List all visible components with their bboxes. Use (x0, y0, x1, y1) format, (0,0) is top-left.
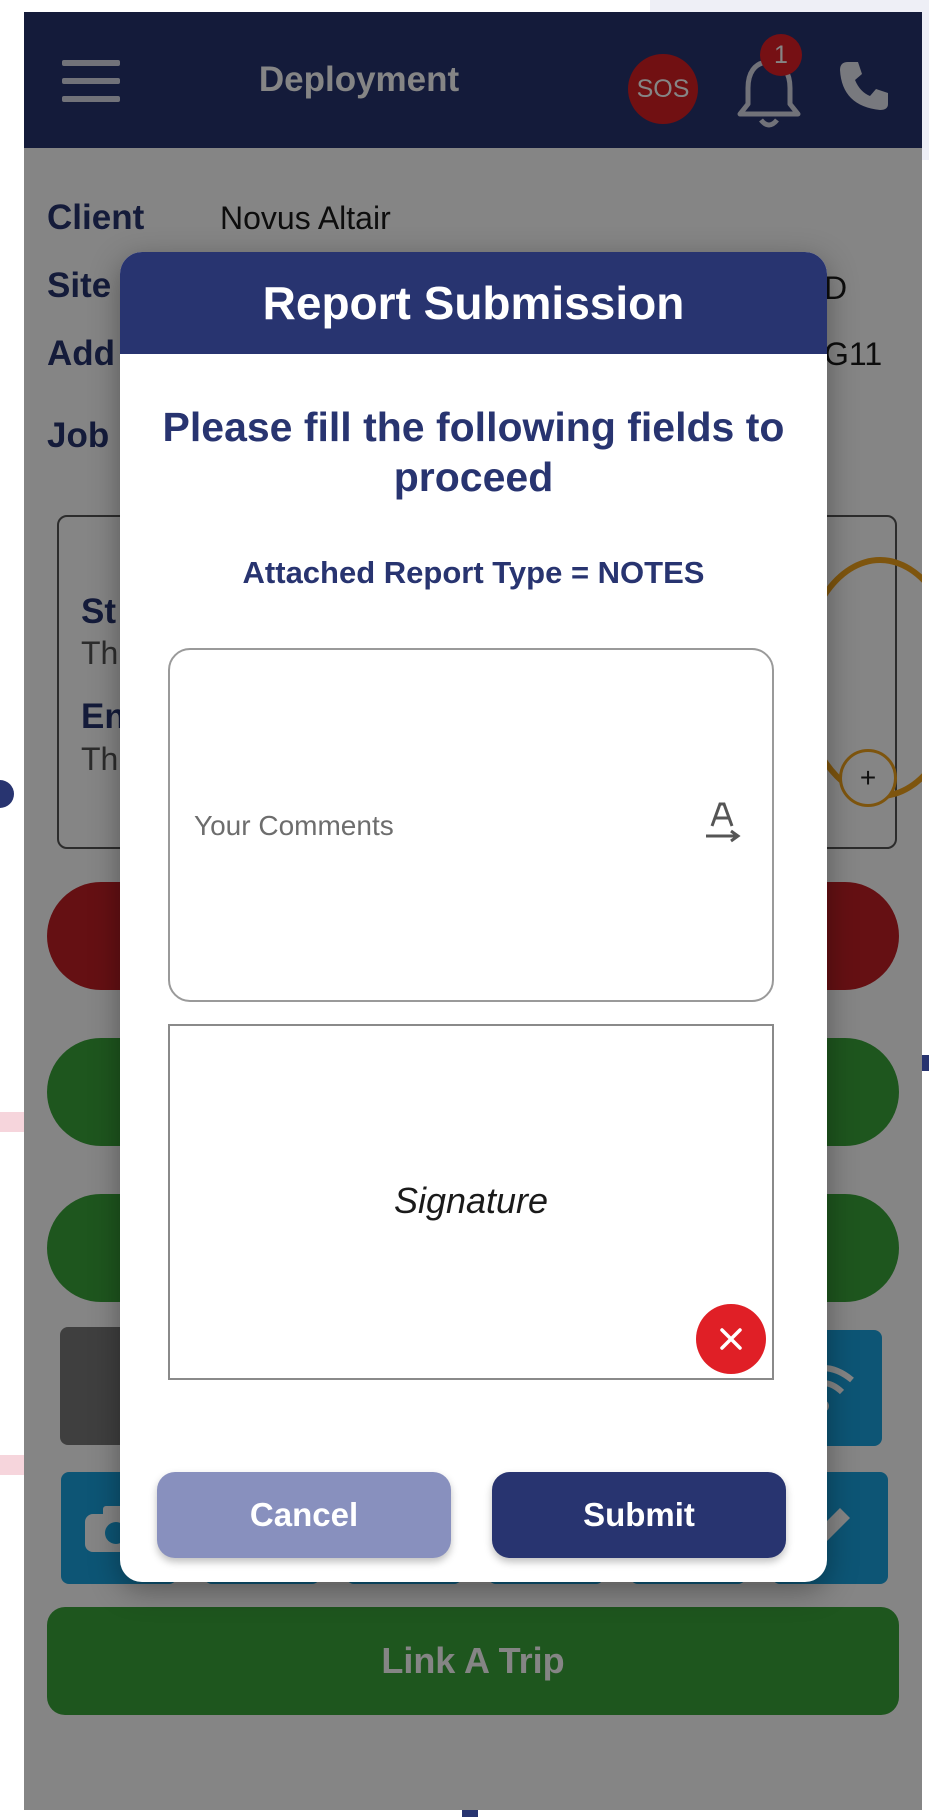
background-accent (0, 1112, 24, 1132)
comments-field[interactable] (168, 648, 774, 1002)
cancel-button[interactable]: Cancel (157, 1472, 451, 1558)
comments-input[interactable] (192, 800, 666, 852)
clear-signature-button[interactable] (696, 1304, 766, 1374)
background-dot (0, 780, 14, 808)
signature-label: Signature (393, 1180, 549, 1221)
phone-screen: Deployment SOS 1 Client Novus Altair Sit… (24, 12, 922, 1810)
submit-button[interactable]: Submit (492, 1472, 786, 1558)
report-type-text: Attached Report Type = NOTES (242, 555, 705, 590)
dialog-title: Report Submission (120, 252, 827, 354)
signature-pad[interactable]: Signature (168, 1024, 774, 1380)
dialog-heading: Please fill the following fields to proc… (162, 404, 785, 500)
background-accent (0, 1455, 24, 1475)
close-icon (720, 1328, 742, 1350)
text-direction-icon[interactable] (702, 798, 742, 848)
report-submission-dialog: Report Submission Please fill the follow… (120, 252, 827, 1582)
